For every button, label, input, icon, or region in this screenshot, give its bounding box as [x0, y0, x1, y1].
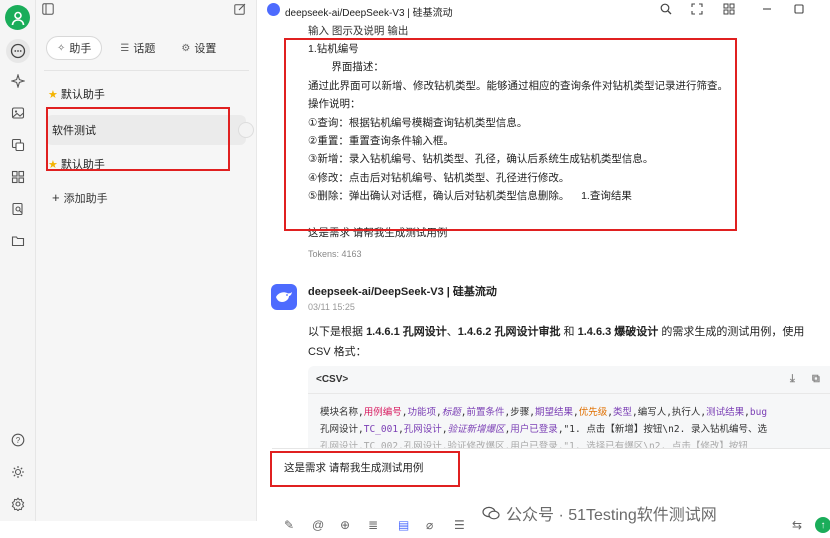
clear-icon[interactable]: ☰ — [454, 518, 465, 532]
more-icon[interactable] — [238, 122, 254, 138]
sidebar-toggle-icon[interactable] — [42, 3, 54, 18]
user-message-header: 输入 图示及说明 输出 — [308, 25, 409, 37]
code-token: 类型 — [612, 407, 632, 418]
translate-icon[interactable] — [8, 135, 28, 155]
maximize-icon[interactable] — [793, 3, 805, 18]
code-token: 期望结果 — [534, 407, 573, 418]
intro-bold: 1.4.6.2 孔网设计审批 — [457, 326, 561, 338]
new-topic-icon[interactable]: ✎ — [284, 518, 294, 532]
watermark-text: 公众号 · 51Testing软件测试网 — [506, 507, 717, 524]
sparkle-icon[interactable] — [8, 71, 28, 91]
code-token: 测试结果 — [706, 407, 745, 418]
code-block-header: <CSV> ⤓ ⧉ — [308, 366, 830, 394]
attachment-icon[interactable]: ⌀ — [426, 518, 433, 532]
add-assistant-label: 添加助手 — [63, 193, 108, 205]
intro-text: 、 — [446, 326, 458, 338]
list-icon: ☰ — [120, 42, 130, 54]
code-token: ,"1. 点击【新增】按钮\n2. 录入钻机编号、选 — [557, 424, 768, 435]
annotation-box — [46, 107, 230, 171]
divider — [44, 70, 249, 71]
code-token: 验证新增爆区 — [447, 424, 505, 435]
code-token: ,编写人,执行人, — [631, 407, 707, 418]
sidebar-toolbar — [36, 0, 257, 24]
wechat-icon — [482, 506, 500, 520]
assistant-label: 默认助手 — [60, 89, 105, 101]
code-token: 标题 — [441, 407, 461, 418]
user-icon — [11, 11, 24, 25]
sidebar-tabs: ✧ 助手 ☰ 话题 ⚙ 设置 — [46, 36, 246, 60]
model-logo-icon — [267, 3, 280, 16]
intro-bold: 1.4.6.1 孔网设计 — [366, 326, 447, 338]
gear-icon: ⚙ — [181, 42, 191, 54]
tab-label: 话题 — [133, 43, 156, 55]
code-line: 孔网设计,TC_001,孔网设计,验证新增爆区,用户已登录,"1. 点击【新增】… — [320, 421, 830, 438]
intro-bold: 1.4.6.3 爆破设计 — [577, 326, 659, 338]
code-token: 前置条件 — [466, 407, 505, 418]
send-button[interactable]: ↑ — [815, 517, 830, 533]
knowledge-base-icon[interactable]: ≣ — [368, 518, 378, 532]
assistant-item-default[interactable]: ★ 默认助手 — [48, 83, 248, 105]
code-token: 用例编号 — [363, 407, 402, 418]
tab-assistants[interactable]: ✧ 助手 — [46, 36, 103, 60]
bot-name: deepseek-ai/DeepSeek-V3 | 硅基流动 — [308, 286, 497, 298]
code-content: 模块名称,用例编号,功能项,标题,前置条件,步骤,期望结果,优先级,类型,编写人… — [308, 394, 830, 455]
bot-message-intro: 以下是根据 1.4.6.1 孔网设计、1.4.6.2 孔网设计审批 和 1.4.… — [308, 322, 828, 362]
code-token: 用户已登录 — [510, 424, 558, 435]
code-token: 孔网设计, — [320, 424, 364, 435]
intro-text: 和 — [560, 326, 578, 338]
fullscreen-icon[interactable] — [691, 3, 703, 18]
svg-text:?: ? — [16, 436, 21, 445]
tab-topics[interactable]: ☰ 话题 — [110, 36, 165, 60]
tab-label: 设置 — [194, 43, 217, 55]
code-token: 功能项 — [407, 407, 436, 418]
document-icon[interactable]: ▤ — [398, 518, 409, 532]
top-bar: deepseek-ai/DeepSeek-V3 | 硅基流动 — [257, 0, 830, 20]
code-token: 孔网设计 — [403, 424, 442, 435]
plus-icon: + — [52, 190, 60, 205]
apps-icon[interactable] — [8, 167, 28, 187]
watermark: 公众号 · 51Testing软件测试网 — [482, 501, 717, 525]
code-token: ,步骤, — [504, 407, 535, 418]
download-icon[interactable]: ⤓ — [790, 373, 795, 386]
bot-timestamp: 03/11 15:25 — [308, 302, 355, 312]
code-token: bug — [749, 407, 768, 418]
chat-icon[interactable] — [6, 39, 30, 63]
help-icon[interactable]: ? — [8, 430, 28, 450]
copy-icon[interactable]: ⧉ — [812, 373, 820, 386]
edit-icon[interactable] — [234, 3, 246, 18]
code-block: <CSV> ⤓ ⧉ 模块名称,用例编号,功能项,标题,前置条件,步骤,期望结果,… — [308, 366, 830, 458]
icon-rail: ? — [0, 0, 36, 521]
minimize-icon[interactable] — [761, 3, 773, 18]
document-search-icon[interactable] — [8, 199, 28, 219]
image-icon[interactable] — [8, 103, 28, 123]
add-assistant-button[interactable]: + 添加助手 — [52, 190, 108, 206]
intro-text: 以下是根据 — [308, 326, 367, 338]
theme-icon[interactable] — [8, 462, 28, 482]
apps-icon[interactable] — [723, 3, 735, 18]
settings-icon[interactable] — [8, 494, 28, 514]
code-line: 模块名称,用例编号,功能项,标题,前置条件,步骤,期望结果,优先级,类型,编写人… — [320, 404, 830, 421]
code-token: TC_001 — [363, 424, 399, 435]
user-avatar[interactable] — [5, 5, 30, 30]
annotation-box — [270, 451, 460, 487]
mention-icon[interactable]: @ — [312, 518, 324, 532]
star-icon: ★ — [48, 88, 58, 101]
translate-icon[interactable]: ⇆ — [792, 518, 802, 532]
model-title[interactable]: deepseek-ai/DeepSeek-V3 | 硅基流动 — [285, 4, 453, 19]
web-search-icon[interactable]: ⊕ — [340, 518, 350, 532]
folder-icon[interactable] — [8, 231, 28, 251]
deepseek-logo-icon — [271, 284, 297, 310]
assistant-sidebar: ✧ 助手 ☰ 话题 ⚙ 设置 ★ 默认助手 软件测试 ★ 默认助手 + 添加助手 — [36, 0, 257, 521]
code-token: 模块名称, — [320, 407, 364, 418]
search-icon[interactable] — [660, 3, 672, 18]
code-language: <CSV> — [316, 374, 349, 385]
annotation-box — [284, 38, 737, 231]
tab-settings[interactable]: ⚙ 设置 — [171, 36, 226, 60]
tab-label: 助手 — [69, 43, 92, 55]
code-token: 优先级 — [578, 407, 608, 418]
sparkle-icon: ✧ — [57, 42, 66, 54]
token-count: Tokens: 4163 — [308, 249, 362, 259]
